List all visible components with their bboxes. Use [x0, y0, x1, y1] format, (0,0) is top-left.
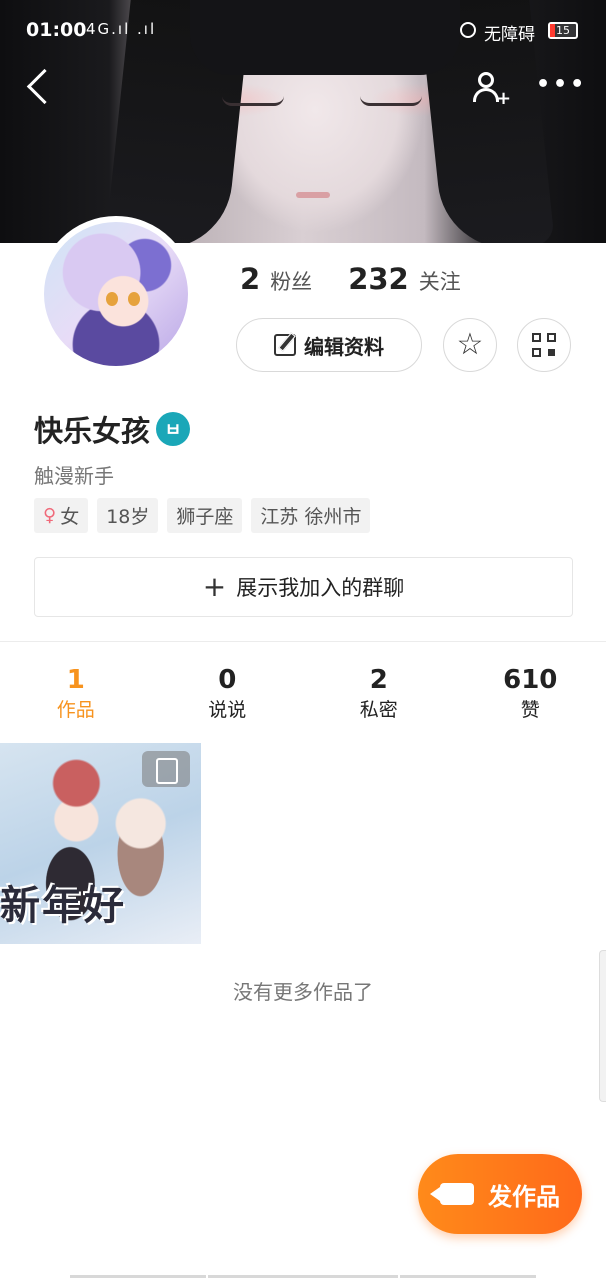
female-icon: ♀ — [43, 505, 57, 526]
nickname: 快乐女孩 — [34, 414, 151, 448]
qr-code-button[interactable] — [517, 318, 571, 372]
qr-code-icon — [532, 333, 556, 357]
edit-profile-label: 编辑资料 — [304, 334, 384, 359]
divider — [0, 641, 606, 642]
avatar-art — [128, 292, 140, 306]
status-bar: 01:00 4G.ıl .ıl 无障碍 15 — [0, 0, 606, 64]
show-group-chats-button[interactable]: + 展示我加入的群聊 — [34, 557, 573, 617]
zodiac-tag: 狮子座 — [167, 498, 243, 533]
gender-tag: ♀ 女 — [34, 498, 89, 533]
camera-icon — [430, 1183, 474, 1205]
status-time: 01:00 — [26, 19, 87, 41]
show-group-chats-label: 展示我加入的群聊 — [236, 576, 405, 600]
avatar[interactable] — [38, 216, 194, 372]
tab-label: 说说 — [208, 699, 247, 721]
stats-row: 2 粉丝 232 关注 — [240, 262, 497, 296]
more-icon[interactable]: ••• — [536, 72, 584, 104]
nav-hint-line — [208, 1275, 398, 1278]
signal-icon: 4G.ıl .ıl — [86, 20, 157, 38]
tab-count: 0 — [218, 665, 237, 695]
banner-art — [360, 96, 422, 106]
following-count[interactable]: 232 — [348, 262, 409, 296]
fans-label[interactable]: 粉丝 — [270, 266, 312, 296]
tab-count: 2 — [369, 665, 388, 695]
tab-label: 作品 — [56, 699, 95, 721]
tab-works[interactable]: 1 作品 — [0, 664, 152, 724]
publish-work-label: 发作品 — [488, 1182, 560, 1211]
add-friend-icon-head — [478, 72, 494, 88]
star-icon: ☆ — [456, 327, 484, 362]
add-friend-icon[interactable]: + — [470, 68, 512, 109]
tab-label: 赞 — [520, 699, 540, 721]
tab-likes[interactable]: 610 赞 — [455, 664, 606, 724]
plus-icon: + — [496, 88, 512, 109]
favorite-button[interactable]: ☆ — [443, 318, 497, 372]
work-thumbnail[interactable]: 新年好 — [0, 743, 201, 944]
fans-count[interactable]: 2 — [240, 262, 260, 296]
nickname-row: 快乐女孩 ㅂ — [34, 408, 191, 450]
vip-badge-icon[interactable]: ㅂ — [156, 412, 191, 446]
tab-label: 私密 — [359, 699, 398, 721]
no-more-works-text: 没有更多作品了 — [233, 980, 373, 1004]
accessibility-label: 无障碍 — [484, 25, 535, 45]
nav-hint-line — [400, 1275, 536, 1278]
user-level: 触漫新手 — [34, 464, 114, 488]
banner-art — [296, 192, 330, 198]
alarm-icon — [460, 22, 476, 38]
image-type-icon — [142, 751, 190, 787]
location-tag: 江苏 徐州市 — [251, 498, 371, 533]
back-icon[interactable] — [20, 68, 60, 108]
publish-work-button[interactable]: 发作品 — [418, 1154, 582, 1234]
battery-icon: 15 — [548, 22, 578, 39]
edit-profile-button[interactable]: 编辑资料 — [236, 318, 422, 372]
content-tabs: 1 作品 0 说说 2 私密 610 赞 — [0, 664, 606, 724]
nav-hint-line — [70, 1275, 206, 1278]
profile-tags: ♀ 女 18岁 狮子座 江苏 徐州市 — [34, 498, 371, 533]
avatar-art — [106, 292, 118, 306]
gender-label: 女 — [60, 506, 80, 528]
tab-count: 610 — [503, 665, 558, 695]
work-caption: 新年好 — [0, 883, 126, 929]
tab-private[interactable]: 2 私密 — [303, 664, 455, 724]
tab-count: 1 — [66, 665, 85, 695]
edit-icon — [274, 334, 296, 356]
age-tag: 18岁 — [97, 498, 159, 533]
following-label[interactable]: 关注 — [419, 266, 461, 296]
plus-icon: + — [202, 570, 227, 603]
side-handle[interactable] — [599, 950, 606, 1102]
tab-posts[interactable]: 0 说说 — [152, 664, 304, 724]
banner-art — [222, 96, 284, 106]
